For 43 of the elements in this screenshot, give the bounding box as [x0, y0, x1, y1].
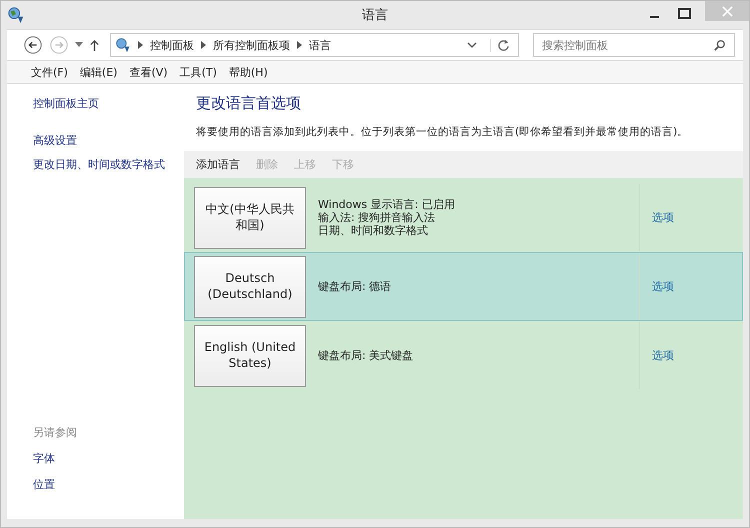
language-row[interactable]: 中文(中华人民共和国) Windows 显示语言: 已启用 输入法: 搜狗拼音输入法 日期、时间和数字格式 选项 — [184, 183, 743, 252]
toolbar-button[interactable]: 添加语言 — [196, 157, 240, 172]
menu-item[interactable]: 查看(V) — [129, 64, 168, 80]
back-icon[interactable] — [23, 35, 43, 55]
chevron-icon — [138, 41, 143, 49]
menu-item[interactable]: 文件(F) — [31, 64, 68, 80]
language-button[interactable]: Deutsch (Deutschland) — [194, 256, 306, 318]
sidebar-link[interactable]: 高级设置 — [33, 133, 184, 148]
chevron-icon — [201, 41, 206, 49]
options-link[interactable]: 选项 — [652, 279, 674, 294]
dropdown-icon[interactable] — [75, 42, 83, 48]
language-button[interactable]: English (United States) — [194, 325, 306, 387]
chevron-down-icon[interactable] — [467, 42, 477, 48]
language-button[interactable]: 中文(中华人民共和国) — [194, 187, 306, 249]
language-row[interactable]: English (United States) 键盘布局: 美式键盘 选项 — [184, 321, 743, 390]
breadcrumb[interactable]: 控制面板 — [150, 38, 194, 52]
language-detail: 输入法: 搜狗拼音输入法 — [318, 210, 436, 224]
address-bar[interactable]: 控制面板 所有控制面板项 语言 — [110, 33, 519, 57]
menu-item[interactable]: 编辑(E) — [80, 64, 118, 80]
see-also-link[interactable]: 字体 — [33, 451, 184, 466]
language-detail: 键盘布局: 美式键盘 — [318, 348, 414, 362]
sidebar-link[interactable]: 控制面板主页 — [33, 96, 184, 111]
chevron-icon — [297, 41, 302, 49]
page-heading: 更改语言首选项 — [196, 94, 302, 113]
search-field[interactable]: 搜索控制面板 — [533, 33, 735, 57]
search-icon — [714, 39, 726, 51]
menu-item[interactable]: 帮助(H) — [228, 64, 268, 80]
options-link[interactable]: 选项 — [652, 348, 674, 363]
language-row[interactable]: Deutsch (Deutschland) 键盘布局: 德语 选项 — [184, 252, 743, 321]
language-detail: 日期、时间和数字格式 — [318, 224, 429, 238]
see-also-heading: 另请参阅 — [33, 425, 78, 440]
breadcrumb[interactable]: 语言 — [309, 38, 331, 52]
window-title: 语言 — [361, 7, 389, 24]
menu-item[interactable]: 工具(T) — [180, 64, 217, 80]
language-detail: Windows 显示语言: 已启用 — [318, 198, 456, 211]
options-link[interactable]: 选项 — [652, 210, 674, 225]
breadcrumb[interactable]: 所有控制面板项 — [213, 38, 290, 52]
see-also-link[interactable]: 位置 — [33, 477, 184, 492]
language-detail: 键盘布局: 德语 — [318, 280, 392, 294]
sidebar-link[interactable]: 更改日期、时间或数字格式 — [33, 157, 184, 172]
refresh-icon[interactable] — [490, 38, 510, 52]
description: 将要使用的语言添加到此列表中。位于列表第一位的语言为主语言(即你希望看到并最常使用的语言)。 — [196, 125, 690, 139]
up-arrow-icon[interactable] — [89, 38, 100, 52]
